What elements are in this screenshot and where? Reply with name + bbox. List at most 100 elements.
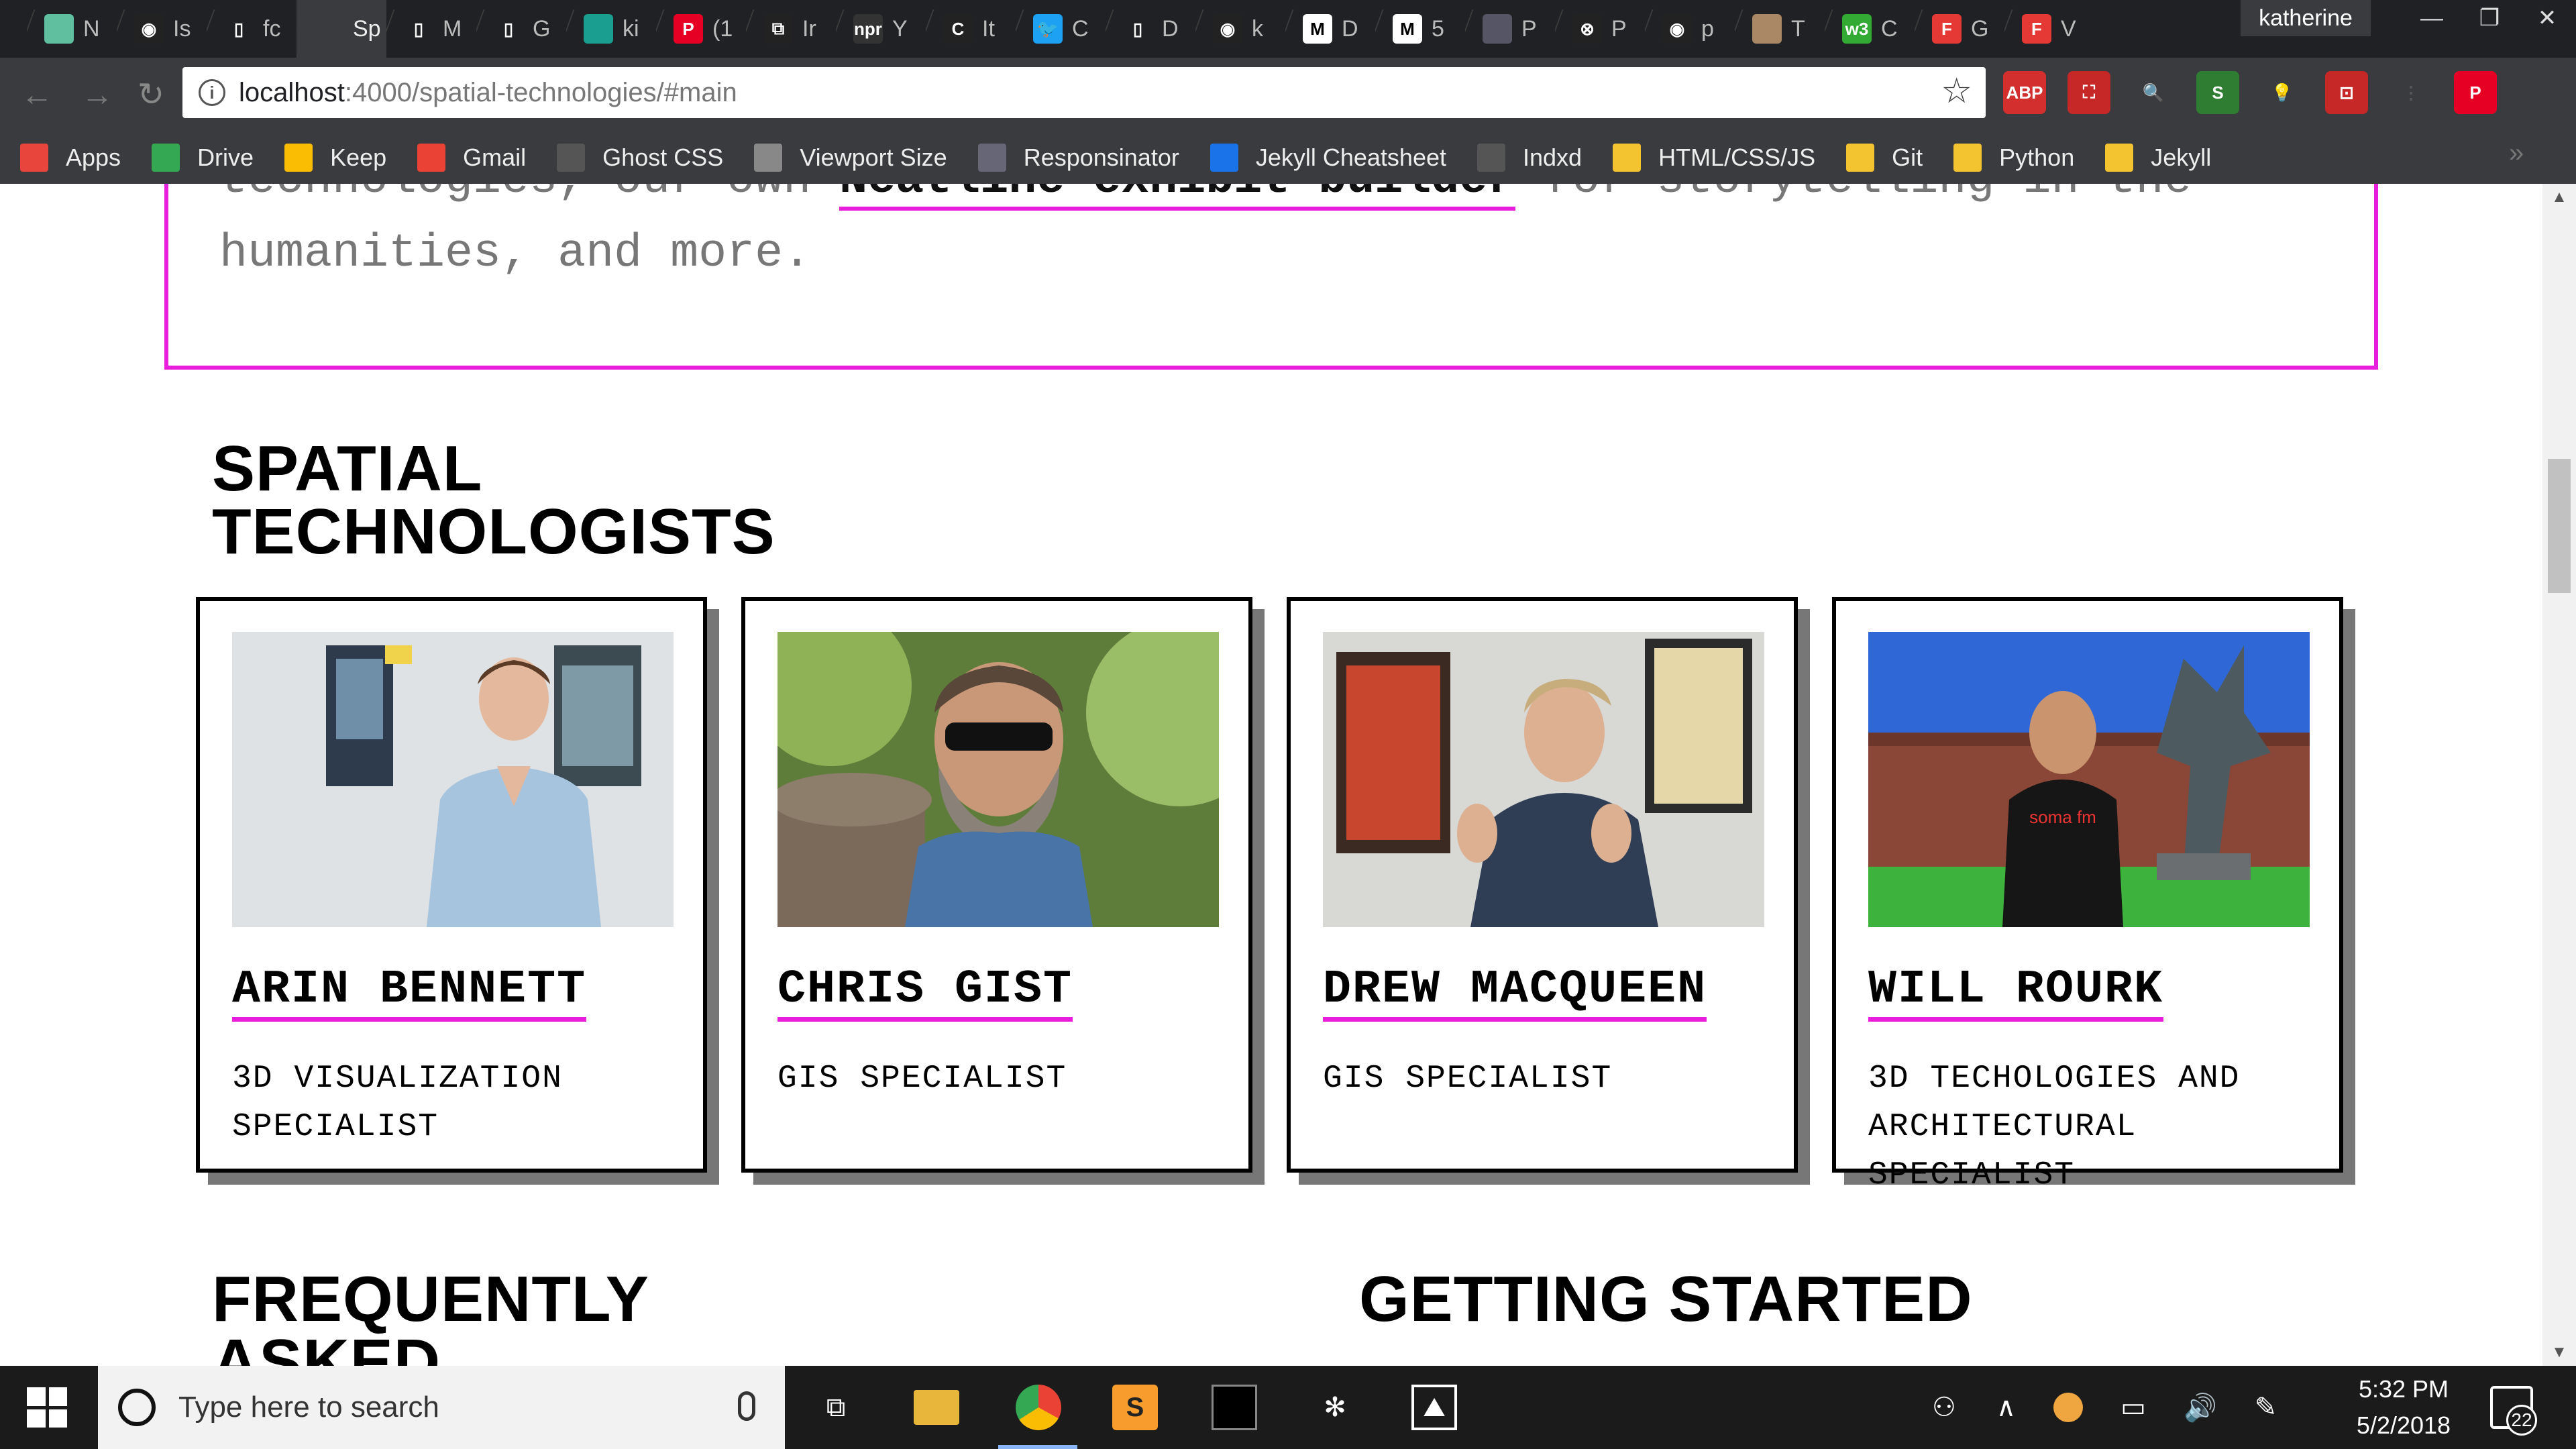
person-role: GIS Specialist xyxy=(1323,1061,1613,1097)
show-hidden-icons[interactable]: ∧ xyxy=(1996,1392,2016,1423)
browser-tab[interactable]: N xyxy=(27,0,117,58)
restore-button[interactable]: ❐ xyxy=(2461,0,2518,36)
browser-tab[interactable]: P xyxy=(1465,0,1555,58)
bookmark-label: Python xyxy=(1999,144,2075,171)
reload-button[interactable]: ↻ xyxy=(127,71,174,118)
bookmark-label: Gmail xyxy=(463,144,527,171)
minimize-button[interactable]: — xyxy=(2403,0,2461,36)
person-name[interactable]: Will Rourk xyxy=(1868,963,2164,1022)
bookmark-item[interactable]: Viewport Size xyxy=(754,144,947,172)
scroll-up-icon[interactable]: ▲ xyxy=(2542,184,2576,211)
bookmark-star-icon[interactable]: ☆ xyxy=(1941,71,1972,111)
scroll-down-icon[interactable]: ▼ xyxy=(2542,1339,2576,1366)
bookmark-item[interactable]: Jekyll xyxy=(2105,144,2211,172)
browser-tab[interactable]: ◉ p xyxy=(1645,0,1735,58)
bookmark-item[interactable]: Gmail xyxy=(417,144,526,172)
browser-tab[interactable]: MD xyxy=(1285,0,1375,58)
close-window-button[interactable]: ✕ xyxy=(2518,0,2576,36)
tab-favicon-icon: F xyxy=(1932,14,1962,44)
browser-tab[interactable]: ⊗ P xyxy=(1555,0,1645,58)
tab-title: (1 xyxy=(712,15,733,42)
task-view-icon[interactable]: ⧉ xyxy=(813,1385,859,1430)
clock-date: 5/2/2018 xyxy=(2356,1411,2451,1439)
address-bar[interactable]: i localhost:4000/spatial-technologies/#m… xyxy=(182,67,1986,118)
extension-icon[interactable]: S xyxy=(2196,71,2239,114)
terminal-icon[interactable] xyxy=(1212,1385,1257,1430)
bookmark-item[interactable]: Apps xyxy=(20,144,121,172)
extension-icon[interactable]: ⛶ xyxy=(2068,71,2110,114)
person-name[interactable]: Chris Gist xyxy=(777,963,1073,1022)
browser-tab[interactable]: ⧉ Ir xyxy=(746,0,836,58)
browser-tab[interactable]: ◉ Is xyxy=(117,0,207,58)
extension-icon[interactable]: 💡 xyxy=(2261,71,2304,114)
browser-tab[interactable]: ▯ G xyxy=(476,0,566,58)
browser-tab[interactable]: 🐦 C xyxy=(1016,0,1106,58)
browser-tab[interactable]: C It xyxy=(926,0,1016,58)
bookmark-item[interactable]: HTML/CSS/JS xyxy=(1613,144,1815,172)
site-info-icon[interactable]: i xyxy=(199,79,225,106)
bookmark-icon xyxy=(2105,144,2134,172)
taskbar-clock[interactable]: 5:32 PM 5/2/2018 xyxy=(2333,1371,2474,1444)
bookmark-item[interactable]: Git xyxy=(1846,144,1923,172)
browser-tab[interactable]: ◉ k xyxy=(1195,0,1285,58)
person-name[interactable]: Arin Bennett xyxy=(232,963,587,1022)
file-explorer-icon[interactable] xyxy=(914,1390,959,1425)
bookmark-icon xyxy=(754,144,783,172)
bookmark-item[interactable]: Responsinator xyxy=(977,144,1179,172)
people-icon[interactable]: ⚇ xyxy=(1932,1392,1956,1423)
bookmarks-overflow-icon[interactable]: » xyxy=(2509,138,2524,168)
bookmark-item[interactable]: Python xyxy=(1953,144,2074,172)
extension-icon[interactable]: ABP xyxy=(2003,71,2046,114)
bookmark-icon xyxy=(977,144,1006,172)
browser-tab[interactable]: M5 xyxy=(1375,0,1465,58)
bookmarks-bar: Apps Drive Keep Gmail Ghost CSS Viewport Size… xyxy=(0,131,2576,184)
forward-button[interactable]: → xyxy=(74,71,121,118)
extension-icon[interactable]: ⊡ xyxy=(2325,71,2368,114)
tab-title: G xyxy=(1971,15,1989,42)
scrollbar-thumb[interactable] xyxy=(2548,459,2571,593)
browser-tab[interactable]: FG xyxy=(1915,0,2004,58)
app-tray-icon[interactable] xyxy=(2053,1393,2084,1422)
tab-title: 5 xyxy=(1432,15,1444,42)
bookmark-item[interactable]: Ghost CSS xyxy=(557,144,723,172)
tab-favicon-icon xyxy=(44,14,74,44)
browser-tab[interactable]: T xyxy=(1735,0,1825,58)
action-center-icon[interactable]: 22 xyxy=(2490,1386,2537,1436)
browser-tab[interactable]: w3 C xyxy=(1825,0,1915,58)
back-button[interactable]: ← xyxy=(13,71,60,118)
browser-tab[interactable]: FV xyxy=(2004,0,2094,58)
photos-icon[interactable]: ⛰ xyxy=(1411,1385,1457,1430)
tab-title: Ir xyxy=(802,15,816,42)
battery-icon[interactable]: ▭ xyxy=(2121,1392,2146,1423)
profile-button[interactable]: katherine xyxy=(2241,0,2371,36)
extension-icon[interactable]: P xyxy=(2454,71,2497,114)
neatline-link[interactable]: Neatline exhibit-builder xyxy=(839,184,1516,211)
sublime-text-icon[interactable]: S xyxy=(1112,1385,1158,1430)
url-host: localhost xyxy=(239,77,345,107)
bookmark-label: Keep xyxy=(330,144,387,171)
chrome-taskbar-icon[interactable] xyxy=(1016,1385,1061,1430)
person-name[interactable]: Drew MacQueen xyxy=(1323,963,1707,1022)
bookmark-item[interactable]: Drive xyxy=(152,144,254,172)
extension-icon[interactable]: ⋮ xyxy=(2390,71,2432,114)
browser-tab[interactable]: ▯ M xyxy=(386,0,476,58)
browser-tab[interactable]: npr Y xyxy=(836,0,926,58)
microphone-icon[interactable] xyxy=(738,1391,755,1421)
volume-icon[interactable]: 🔊 xyxy=(2184,1392,2217,1424)
browser-tab[interactable]: ▯ fc xyxy=(207,0,297,58)
browser-tab[interactable]: P (1 xyxy=(656,0,746,58)
page-scrollbar[interactable]: ▲ ▼ xyxy=(2542,184,2576,1366)
bookmark-item[interactable]: Keep xyxy=(284,144,386,172)
taskbar-search[interactable]: Type here to search xyxy=(98,1366,785,1449)
bookmark-item[interactable]: Jekyll Cheatsheet xyxy=(1210,144,1446,172)
browser-tab[interactable]: ▯ D xyxy=(1106,0,1195,58)
bookmark-icon xyxy=(152,144,180,172)
tab-title: k xyxy=(1252,15,1263,42)
slack-icon[interactable]: ✻ xyxy=(1312,1385,1358,1430)
pen-icon[interactable]: ✎ xyxy=(2255,1392,2277,1423)
extension-icon[interactable]: 🔍 xyxy=(2132,71,2175,114)
bookmark-item[interactable]: Indxd xyxy=(1477,144,1582,172)
browser-tab[interactable]: ki xyxy=(566,0,656,58)
start-button[interactable] xyxy=(27,1387,67,1428)
browser-tab[interactable]: Sp✕ xyxy=(297,0,386,58)
